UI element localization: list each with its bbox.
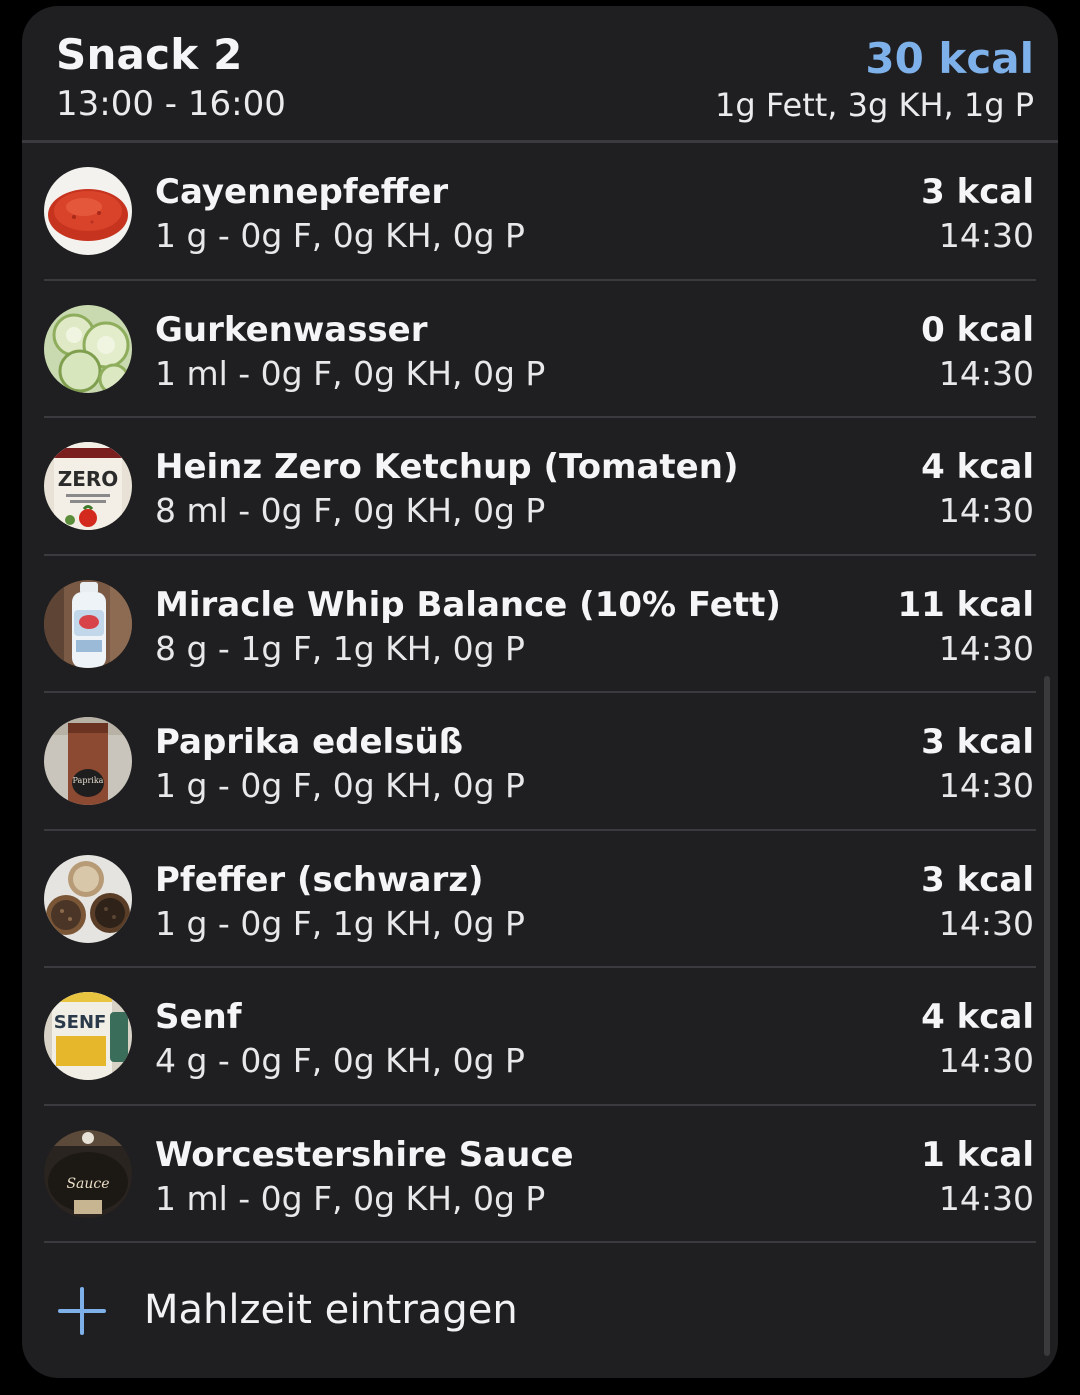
item-detail: 8 ml - 0g F, 0g KH, 0g P <box>155 491 546 530</box>
worcestershire-bottle-photo: Sauce <box>44 1129 132 1218</box>
item-time: 14:30 <box>938 491 1034 530</box>
item-name: Paprika edelsüß <box>155 722 464 762</box>
item-detail: 1 ml - 0g F, 0g KH, 0g P <box>155 353 546 393</box>
meal-header[interactable]: Snack 2 13:00 - 16:00 30 kcal 1g Fett, 3… <box>22 6 1058 142</box>
meal-card: Snack 2 13:00 - 16:00 30 kcal 1g Fett, 3… <box>22 6 1058 1378</box>
item-name: Gurkenwasser <box>155 309 428 350</box>
item-kcal: 4 kcal <box>921 447 1034 487</box>
meal-total-kcal: 30 kcal <box>865 34 1034 83</box>
miracle-whip-bottle-photo <box>44 579 132 668</box>
item-kcal: 4 kcal <box>921 997 1034 1037</box>
list-item[interactable]: ZERO Heinz Zero Ketchup (Tomaten) 8 ml -… <box>22 418 1058 556</box>
ketchup-label-text: ZERO <box>58 467 119 491</box>
item-kcal: 0 kcal <box>921 309 1034 350</box>
list-item[interactable]: Miracle Whip Balance (10% Fett) 8 g - 1g… <box>22 556 1058 693</box>
paprika-label-text: Paprika <box>73 776 104 785</box>
item-name: Pfeffer (schwarz) <box>155 859 484 900</box>
item-name: Miracle Whip Balance (10% Fett) <box>155 584 781 625</box>
item-time: 14:30 <box>938 1178 1034 1218</box>
add-meal-button[interactable]: Mahlzeit eintragen <box>22 1243 1058 1378</box>
cayenne-pepper-photo <box>44 167 132 255</box>
cucumber-water-photo <box>44 304 132 393</box>
item-time: 14:30 <box>938 216 1034 255</box>
item-detail: 4 g - 0g F, 0g KH, 0g P <box>155 1041 525 1080</box>
food-list: Cayennepfeffer 1 g - 0g F, 0g KH, 0g P 3… <box>22 143 1058 1243</box>
paprika-jar-photo: Paprika <box>44 717 132 805</box>
list-item[interactable]: Pfeffer (schwarz) 1 g - 0g F, 1g KH, 0g … <box>22 831 1058 968</box>
worcester-label-text: Sauce <box>66 1176 109 1192</box>
item-kcal: 1 kcal <box>921 1134 1034 1175</box>
list-item[interactable]: Gurkenwasser 1 ml - 0g F, 0g KH, 0g P 0 … <box>22 281 1058 418</box>
item-time: 14:30 <box>938 1041 1034 1080</box>
item-kcal: 11 kcal <box>897 584 1034 625</box>
item-time: 14:30 <box>938 628 1034 668</box>
item-detail: 1 g - 0g F, 1g KH, 0g P <box>155 903 525 943</box>
list-item[interactable]: Paprika Paprika edelsüß 1 g - 0g F, 0g K… <box>22 693 1058 831</box>
item-name: Heinz Zero Ketchup (Tomaten) <box>155 447 739 487</box>
item-name: Worcestershire Sauce <box>155 1134 574 1175</box>
item-kcal: 3 kcal <box>921 172 1034 212</box>
item-time: 14:30 <box>938 903 1034 943</box>
item-name: Cayennepfeffer <box>155 172 449 212</box>
meal-title: Snack 2 <box>56 30 243 79</box>
add-meal-label: Mahlzeit eintragen <box>144 1287 518 1333</box>
list-item[interactable]: Cayennepfeffer 1 g - 0g F, 0g KH, 0g P 3… <box>22 143 1058 281</box>
item-detail: 1 ml - 0g F, 0g KH, 0g P <box>155 1178 546 1218</box>
item-name: Senf <box>155 997 242 1037</box>
list-item[interactable]: Sauce Worcestershire Sauce 1 ml - 0g F, … <box>22 1106 1058 1243</box>
mustard-jar-photo: SENF <box>44 992 132 1080</box>
item-time: 14:30 <box>938 766 1034 805</box>
scrollbar[interactable] <box>1044 676 1050 1356</box>
meal-time-range: 13:00 - 16:00 <box>56 84 286 124</box>
ketchup-bottle-photo: ZERO <box>44 442 132 530</box>
item-time: 14:30 <box>938 353 1034 393</box>
list-item[interactable]: SENF Senf 4 g - 0g F, 0g KH, 0g P 4 kcal… <box>22 968 1058 1106</box>
peppercorn-bowls-photo <box>44 854 132 943</box>
plus-icon <box>58 1287 106 1335</box>
item-kcal: 3 kcal <box>921 722 1034 762</box>
item-detail: 1 g - 0g F, 0g KH, 0g P <box>155 216 525 255</box>
item-detail: 1 g - 0g F, 0g KH, 0g P <box>155 766 525 805</box>
item-kcal: 3 kcal <box>921 859 1034 900</box>
item-detail: 8 g - 1g F, 1g KH, 0g P <box>155 628 525 668</box>
meal-macros: 1g Fett, 3g KH, 1g P <box>715 86 1034 124</box>
senf-label-text: SENF <box>54 1012 107 1033</box>
